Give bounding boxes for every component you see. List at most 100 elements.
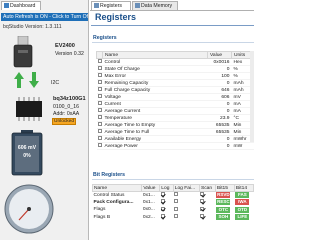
- register-name: Average Time to Empty: [102, 121, 208, 129]
- register-name: State Of Charge: [102, 65, 208, 73]
- page-title: Registers: [95, 12, 137, 22]
- device-name: bq34z100G1: [53, 96, 86, 102]
- connection-arrows-icon: [14, 72, 39, 88]
- scan-checkbox[interactable]: [199, 192, 215, 199]
- column-log[interactable]: Log: [159, 184, 174, 192]
- log-fail-checkbox[interactable]: [173, 213, 199, 220]
- bit-register-row[interactable]: Flags B 0x2... SOH LIFE: [93, 213, 254, 221]
- tab-data-memory[interactable]: Data Memory: [132, 1, 178, 10]
- register-name: Average Power: [102, 142, 208, 150]
- register-name: Temperature: [102, 114, 208, 122]
- register-row[interactable]: Max Error 100%: [96, 72, 254, 80]
- register-value: 0: [207, 142, 232, 150]
- bit14-flag[interactable]: OTD: [235, 206, 250, 213]
- register-name: Full Charge Capacity: [102, 86, 208, 94]
- register-row[interactable]: Average Time to Empty 65535 Min: [96, 121, 254, 129]
- register-name: Control: [102, 58, 208, 66]
- ev-adapter-label: EV2400: [55, 43, 75, 49]
- column-scan[interactable]: Scan: [198, 184, 216, 192]
- bit15-flag[interactable]: RSVD: [216, 192, 231, 199]
- scan-checkbox[interactable]: [199, 199, 215, 206]
- data-memory-icon: [135, 3, 140, 8]
- registers-table: Name Value Units Control 0x0016 Hex State O…: [96, 51, 254, 150]
- dashboard-icon: [4, 3, 9, 8]
- register-name: Available Energy: [102, 135, 208, 143]
- device-firmware: 0100_0_16: [53, 104, 79, 110]
- bit-register-row[interactable]: Pack Configura... 0x1... RESC IWA: [93, 199, 254, 206]
- register-name: Average Time to Full: [102, 128, 208, 136]
- column-value[interactable]: Value: [141, 184, 161, 192]
- register-value: 65535: [207, 128, 232, 136]
- column-value[interactable]: Value: [207, 51, 232, 59]
- bit-register-row[interactable]: Control Status 0x1... RSVD FAS: [93, 192, 254, 199]
- register-row[interactable]: Control 0x0016 Hex: [96, 58, 254, 66]
- register-value: 65535: [207, 121, 232, 129]
- column-name[interactable]: Name: [102, 51, 208, 59]
- register-name: Remaining Capacity: [102, 79, 208, 87]
- column-bit14[interactable]: Bit14: [233, 184, 255, 192]
- section-divider: [92, 42, 254, 43]
- register-row[interactable]: Full Charge Capacity 646 mAh: [96, 86, 254, 94]
- column-log-fail[interactable]: Log Fai...: [172, 184, 200, 192]
- bit-register-value: 0x1...: [142, 199, 155, 205]
- bit-register-value: 0x0...: [142, 207, 155, 213]
- log-checkbox[interactable]: [160, 213, 173, 220]
- register-units: mW: [231, 142, 254, 150]
- section-bit-registers-header[interactable]: Bit Registers: [93, 172, 125, 178]
- security-status-badge: Unlocked: [52, 118, 76, 125]
- register-value: 646: [207, 86, 232, 94]
- interface-label: I2C: [51, 80, 60, 86]
- ev-adapter-version: Version 0.32: [55, 51, 84, 57]
- scan-checkbox[interactable]: [199, 206, 215, 213]
- register-row[interactable]: Average Power 0 mW: [96, 142, 254, 150]
- register-row[interactable]: Available Energy 0 mWhr: [96, 135, 254, 143]
- log-checkbox[interactable]: [160, 192, 173, 199]
- register-row[interactable]: Average Current 0 mA: [96, 107, 254, 115]
- tab-dashboard[interactable]: Dashboard: [1, 1, 41, 10]
- registers-scrollbar[interactable]: [250, 51, 254, 142]
- bit14-flag[interactable]: FAS: [235, 192, 250, 199]
- register-row[interactable]: Temperature 23.9 °C: [96, 114, 254, 122]
- bit14-flag[interactable]: IWA: [235, 199, 250, 206]
- bit-register-row[interactable]: Flags 0x0... OTC OTD: [93, 206, 254, 213]
- bit-register-value: 0x1...: [142, 192, 155, 198]
- log-fail-checkbox[interactable]: [173, 206, 199, 213]
- register-value: 100: [207, 72, 232, 80]
- battery-percent: 0%: [23, 153, 31, 159]
- register-name: Voltage: [102, 93, 208, 101]
- bit-register-name: Flags: [93, 207, 106, 213]
- bit15-flag[interactable]: RESC: [216, 199, 231, 206]
- auto-refresh-banner[interactable]: Auto Refresh is ON - Click to Turn Off: [1, 13, 88, 21]
- bit14-flag[interactable]: LIFE: [235, 214, 250, 221]
- column-name[interactable]: Name: [91, 184, 143, 192]
- bit-register-name: Flags B: [93, 214, 111, 220]
- section-divider: [92, 179, 254, 180]
- register-row[interactable]: Current 0 mA: [96, 100, 254, 108]
- register-row[interactable]: Remaining Capacity 0 mAh: [96, 79, 254, 87]
- register-row[interactable]: Voltage 606 mV: [96, 93, 254, 101]
- register-value: 23.9: [207, 114, 232, 122]
- column-bit15[interactable]: Bit15: [214, 184, 235, 192]
- bit-registers-table: Name Value Log Log Fai... Scan Bit15 Bit…: [91, 184, 255, 221]
- log-checkbox[interactable]: [160, 199, 173, 206]
- section-registers-header[interactable]: Registers: [93, 35, 117, 41]
- bit-register-name: Pack Configura...: [93, 199, 134, 205]
- log-fail-checkbox[interactable]: [173, 192, 199, 199]
- scan-checkbox[interactable]: [199, 213, 215, 220]
- tab-registers[interactable]: Registers: [91, 1, 131, 10]
- register-name: Max Error: [102, 72, 208, 80]
- log-fail-checkbox[interactable]: [173, 199, 199, 206]
- battery-voltage: 606 mV: [17, 145, 37, 151]
- bit-register-name: Control Status: [93, 192, 125, 198]
- register-value: 0: [207, 135, 232, 143]
- log-checkbox[interactable]: [160, 206, 173, 213]
- bit15-flag[interactable]: SOH: [216, 214, 231, 221]
- register-row[interactable]: Average Time to Full 65535 Min: [96, 128, 254, 136]
- bit15-flag[interactable]: OTC: [216, 206, 231, 213]
- register-value: 0: [207, 79, 232, 87]
- gauge-chip-icon: [16, 97, 42, 121]
- register-row[interactable]: State Of Charge 0%: [96, 65, 254, 73]
- register-value: 606: [207, 93, 232, 101]
- register-name: Average Current: [102, 107, 208, 115]
- register-name: Current: [102, 100, 208, 108]
